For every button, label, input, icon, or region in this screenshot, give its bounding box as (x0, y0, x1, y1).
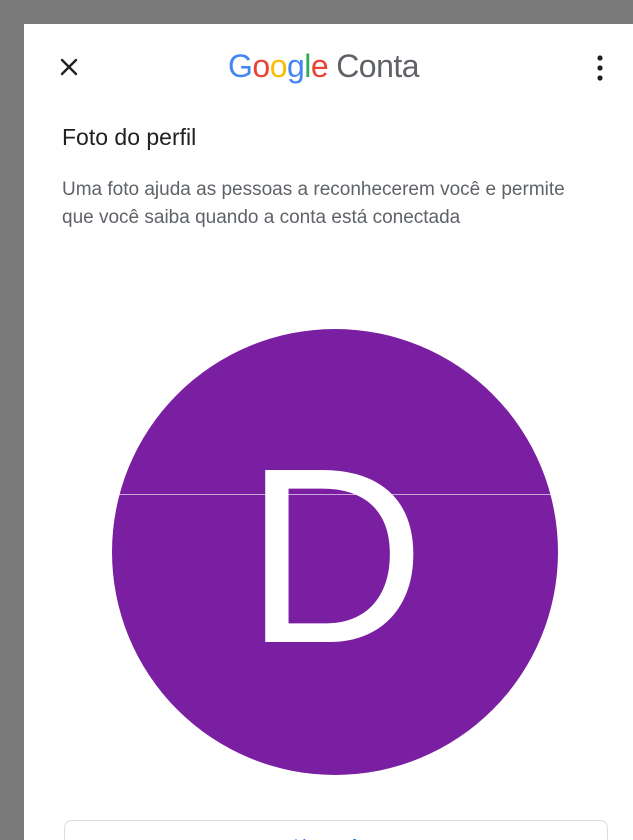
background-strip-left (0, 0, 24, 840)
brand-letter: l (304, 47, 311, 84)
avatar[interactable]: D (112, 329, 558, 775)
profile-photo-dialog: Google Conta Foto do perfil Uma foto aju… (24, 24, 633, 840)
product-name: Conta (336, 47, 420, 84)
brand-letter: g (286, 47, 305, 84)
google-account-logo: Google Conta (228, 44, 420, 88)
more-vert-icon (597, 55, 603, 81)
brand-letter: G (228, 47, 253, 84)
profile-photo-description: Uma foto ajuda as pessoas a reconhecerem… (62, 179, 565, 228)
brand-letter: e (310, 47, 329, 84)
close-icon (60, 58, 78, 76)
brand-letter: o (269, 47, 288, 84)
close-button[interactable] (54, 52, 84, 82)
page-backdrop: Google Conta Foto do perfil Uma foto aju… (0, 0, 633, 840)
divider (24, 494, 584, 495)
google-wordmark: Google (228, 47, 329, 85)
brand-letter: o (252, 47, 270, 84)
change-photo-button[interactable]: Alterar foto (64, 820, 608, 840)
more-options-button[interactable] (584, 52, 616, 84)
page-title: Foto do perfil (62, 124, 197, 150)
avatar-initial: D (244, 416, 426, 695)
background-strip-top (0, 0, 633, 24)
